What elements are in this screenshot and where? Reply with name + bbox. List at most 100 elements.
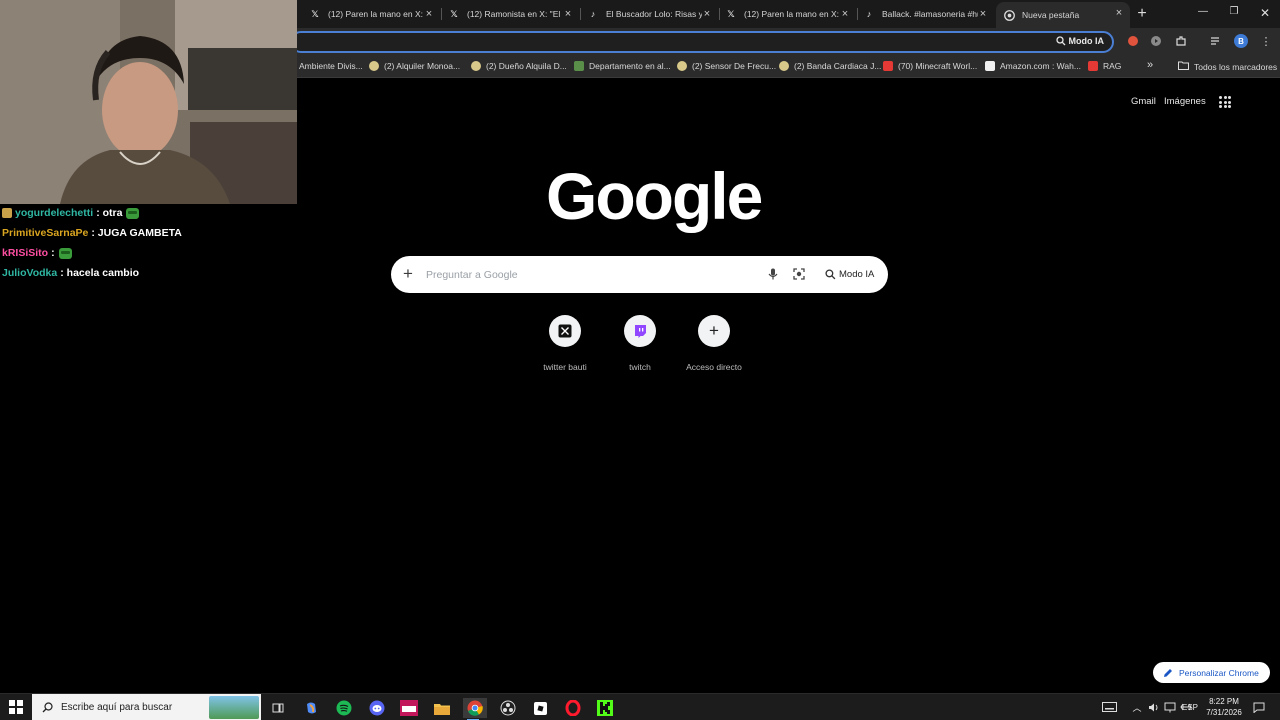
webcam-overlay [0, 0, 297, 204]
keyboard-icon[interactable] [1099, 698, 1119, 716]
browser-tab[interactable]: ♪ El Buscador Lolo: Risas y S × [586, 3, 714, 25]
browser-tab[interactable]: 𝕏 (12) Paren la mano en X: ' × [724, 3, 852, 25]
extension-icon[interactable] [1126, 34, 1140, 48]
obs-icon[interactable] [498, 698, 518, 718]
profile-avatar[interactable]: B [1234, 34, 1248, 48]
browser-tab[interactable]: 𝕏 (12) Paren la mano en X: ' × [308, 3, 436, 25]
volume-icon[interactable] [1147, 698, 1161, 716]
chat-username: kRISiSito [2, 247, 49, 259]
google-search-box[interactable]: + Modo IA [391, 256, 888, 293]
browser-tab-active[interactable]: Nueva pestaña × [996, 2, 1130, 28]
subscriber-badge-icon [2, 208, 12, 218]
bookmark-item[interactable]: (2) Banda Cardiaca J... [779, 61, 881, 71]
chat-separator: : [51, 247, 55, 259]
system-clock[interactable]: 8:22 PM 7/31/2026 [1199, 696, 1249, 718]
taskbar-search[interactable] [32, 694, 261, 720]
close-tab-icon[interactable]: × [1112, 5, 1126, 21]
images-link[interactable]: Imágenes [1164, 96, 1206, 107]
task-view-icon[interactable] [268, 698, 288, 718]
browser-tab[interactable]: ♪ Ballack. #lamasoneria #hu × [862, 3, 990, 25]
copilot-icon[interactable] [301, 698, 321, 718]
streamer-webcam-image [0, 0, 297, 204]
chrome-taskbar-icon[interactable] [463, 698, 487, 720]
search-icon [42, 702, 53, 713]
folder-icon [1178, 61, 1189, 72]
ai-mode-button[interactable]: Modo IA [1055, 36, 1104, 46]
bookmark-item[interactable]: (70) Minecraft Worl... [883, 61, 977, 71]
twitch-icon [624, 315, 656, 347]
search-input[interactable] [426, 265, 746, 284]
google-lens-icon[interactable] [792, 267, 806, 281]
tray-overflow-icon[interactable]: ︿ [1130, 698, 1144, 716]
plus-icon: + [698, 315, 730, 347]
spotify-icon[interactable] [334, 698, 354, 718]
bookmark-item[interactable]: RAG [1088, 61, 1121, 71]
chat-text: otra [99, 207, 123, 219]
language-indicator[interactable]: ESP [1180, 698, 1200, 716]
x-logo-icon: 𝕏 [311, 8, 319, 19]
chat-username: PrimitiveSarnaPe [2, 227, 89, 239]
customize-chrome-button[interactable]: Personalizar Chrome [1153, 662, 1270, 683]
chat-message: JulioVodka : hacela cambio [2, 263, 296, 283]
bookmark-favicon-icon [471, 61, 481, 71]
youtube-icon [883, 61, 893, 71]
frog-emote-icon [58, 247, 72, 259]
browser-tab[interactable]: 𝕏 (12) Ramonista en X: "El D × [447, 3, 575, 25]
chat-message: yogurdelechetti : otra [2, 203, 296, 223]
bookmark-favicon-icon [677, 61, 687, 71]
kick-icon[interactable] [595, 698, 615, 718]
all-bookmarks-button[interactable]: Todos los marcadores [1178, 61, 1277, 72]
ai-mode-button[interactable]: Modo IA [819, 262, 880, 286]
extension-icon[interactable] [1149, 34, 1163, 48]
voicemod-icon[interactable] [399, 698, 419, 718]
bookmark-item[interactable]: Departamento en al... [574, 61, 671, 71]
file-explorer-icon[interactable] [432, 698, 452, 718]
gmail-link[interactable]: Gmail [1131, 96, 1156, 107]
close-tab-icon[interactable]: × [422, 6, 436, 22]
close-tab-icon[interactable]: × [976, 6, 990, 22]
x-logo-icon [549, 315, 581, 347]
search-sparkle-icon [1055, 36, 1065, 46]
media-controls-icon[interactable] [1209, 34, 1223, 48]
windows-start-icon[interactable] [9, 700, 23, 714]
frog-emote-icon [126, 207, 140, 219]
taskbar-search-input[interactable] [61, 702, 211, 713]
tab-separator [719, 8, 720, 20]
restore-button[interactable]: ❐ [1225, 6, 1243, 22]
search-sparkle-icon [825, 268, 836, 279]
bookmarks-overflow-button[interactable]: » [1147, 59, 1153, 71]
chat-message: PrimitiveSarnaPe : JUGA GAMBETA [2, 223, 296, 243]
close-window-button[interactable]: ✕ [1256, 6, 1274, 22]
bookmark-item[interactable]: (2) Alquiler Monoa... [369, 61, 460, 71]
bookmark-item[interactable]: (2) Sensor De Frecu... [677, 61, 776, 71]
tiktok-icon: ♪ [866, 9, 872, 19]
address-bar[interactable]: Modo IA [290, 31, 1114, 53]
roblox-icon[interactable] [530, 698, 550, 718]
network-icon[interactable] [1163, 698, 1177, 716]
bookmark-item[interactable]: (2) Dueño Alquila D... [471, 61, 567, 71]
menu-kebab-icon[interactable]: ⋮ [1259, 34, 1273, 48]
pencil-icon [1164, 668, 1172, 677]
search-highlight-icon [209, 696, 259, 719]
close-tab-icon[interactable]: × [700, 6, 714, 22]
clock-date: 7/31/2026 [1206, 708, 1242, 717]
discord-icon[interactable] [367, 698, 387, 718]
close-tab-icon[interactable]: × [561, 6, 575, 22]
new-tab-button[interactable]: + [1133, 5, 1151, 23]
bookmark-item[interactable]: Amazon.com : Wah... [985, 61, 1081, 71]
bookmark-item[interactable]: Ambiente Divis... [299, 61, 363, 71]
bookmark-favicon-icon [574, 61, 584, 71]
add-attachment-icon[interactable]: + [403, 264, 413, 284]
close-tab-icon[interactable]: × [838, 6, 852, 22]
bookmark-favicon-icon [779, 61, 789, 71]
notifications-icon[interactable] [1251, 698, 1267, 716]
extensions-puzzle-icon[interactable] [1174, 34, 1188, 48]
tab-separator [857, 8, 858, 20]
clock-time: 8:22 PM [1209, 697, 1239, 706]
opera-gx-icon[interactable] [563, 698, 583, 718]
google-apps-icon[interactable] [1219, 96, 1231, 108]
shortcut-tile[interactable]: + Acceso directo [669, 315, 759, 372]
youtube-icon [1088, 61, 1098, 71]
microphone-icon[interactable] [766, 267, 780, 281]
minimize-button[interactable]: — [1194, 6, 1212, 22]
